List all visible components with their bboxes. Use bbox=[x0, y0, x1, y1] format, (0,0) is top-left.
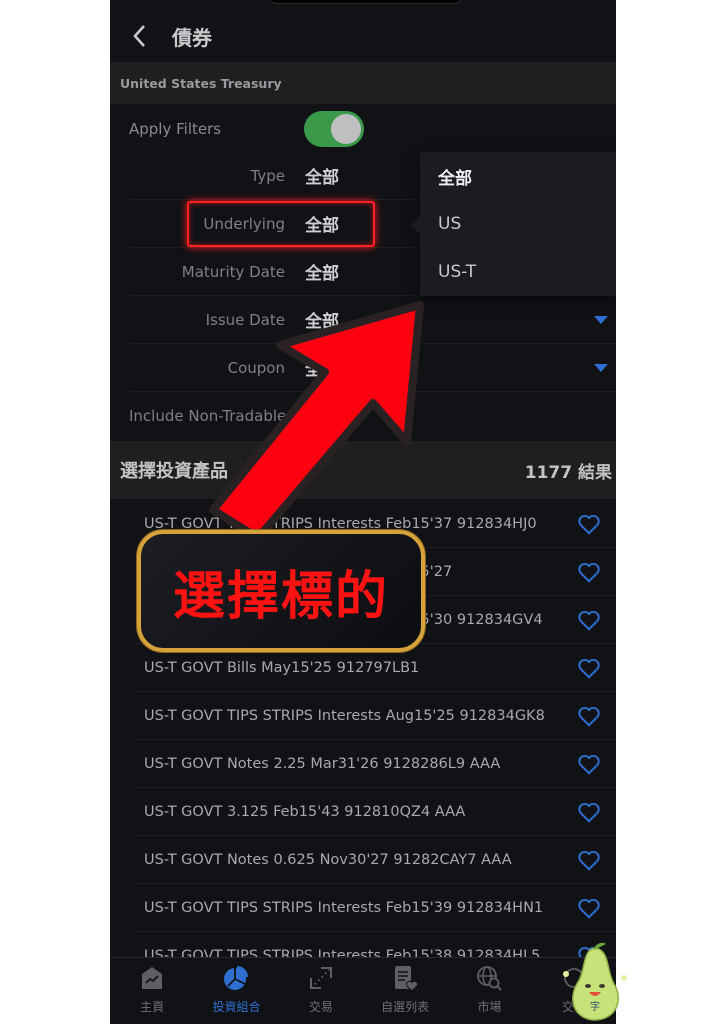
heart-icon[interactable] bbox=[576, 607, 602, 633]
list-item[interactable]: US-T GOVT 3.125 Feb15'43 912810QZ4 AAA bbox=[135, 788, 616, 836]
nav-label: 交易 bbox=[308, 1000, 333, 1014]
svg-text:字: 字 bbox=[590, 1000, 600, 1013]
page-title: 債券 bbox=[172, 25, 212, 50]
apply-filters-toggle[interactable] bbox=[304, 111, 364, 147]
toggle-knob bbox=[331, 114, 361, 144]
watchlist-icon bbox=[395, 966, 419, 992]
results-title: 選擇投資產品 bbox=[120, 461, 228, 482]
filter-label: Type bbox=[250, 166, 285, 185]
heart-icon[interactable] bbox=[576, 751, 602, 777]
pie-chart-icon bbox=[224, 966, 249, 990]
nav-portfolio[interactable]: 投資組合 bbox=[194, 958, 278, 1024]
bond-name: US-T GOVT Notes 2.25 Mar31'26 9128286L9 … bbox=[144, 755, 501, 772]
filter-label: Coupon bbox=[227, 358, 285, 377]
list-item[interactable]: US-T GOVT Notes 2.25 Mar31'26 9128286L9 … bbox=[135, 740, 616, 788]
filter-value: 全部 bbox=[305, 360, 339, 380]
results-header: 選擇投資產品 1177 結果 bbox=[110, 441, 616, 499]
filter-value: 全部 bbox=[305, 312, 339, 332]
nav-label: 自選列表 bbox=[381, 1000, 430, 1014]
header: 債券 bbox=[110, 12, 616, 60]
filter-issue-date[interactable]: Issue Date 全部 bbox=[130, 296, 616, 344]
nav-market[interactable]: 市場 bbox=[447, 958, 531, 1024]
phone-screen: 債券 United States Treasury Apply Filters … bbox=[110, 0, 616, 1024]
include-non-tradable-row[interactable]: Include Non-Tradable bbox=[110, 392, 286, 440]
filter-value: 全部 bbox=[305, 168, 339, 188]
filter-label: Issue Date bbox=[205, 310, 285, 329]
dropdown-arrow-icon[interactable] bbox=[594, 315, 608, 324]
nav-home[interactable]: 主頁 bbox=[110, 958, 194, 1024]
globe-search-icon bbox=[477, 966, 503, 991]
filter-value: 全部 bbox=[305, 264, 339, 284]
filter-label: Underlying bbox=[203, 214, 285, 233]
home-chart-icon bbox=[142, 967, 163, 989]
list-item[interactable]: US-T GOVT TIPS STRIPS Interests Feb15'39… bbox=[135, 884, 616, 932]
bond-name: US-T GOVT TIPS STRIPS Interests Feb15'39… bbox=[144, 899, 544, 916]
bond-name: US-T GOVT 3.125 Feb15'43 912810QZ4 AAA bbox=[144, 803, 466, 820]
list-item[interactable]: US-T GOVT TIPS STRIPS Interests Aug15'25… bbox=[135, 692, 616, 740]
nav-watchlist[interactable]: 自選列表 bbox=[363, 958, 447, 1024]
bottom-nav: 主頁 投資組合 交易 自選列表 市場 交... bbox=[110, 957, 616, 1024]
nav-trade[interactable]: 交易 bbox=[279, 958, 363, 1024]
heart-icon[interactable] bbox=[576, 895, 602, 921]
bond-name: US-T GOVT Bills May15'25 912797LB1 bbox=[144, 659, 420, 676]
underlying-dropdown-menu: 全部 US US-T bbox=[411, 152, 616, 296]
nav-label: 主頁 bbox=[140, 1000, 165, 1014]
apply-filters-label: Apply Filters bbox=[129, 120, 222, 138]
heart-icon[interactable] bbox=[576, 703, 602, 729]
nav-label: 投資組合 bbox=[212, 1000, 261, 1014]
list-item[interactable]: US-T GOVT Notes 0.625 Nov30'27 91282CAY7… bbox=[135, 836, 616, 884]
section-title: United States Treasury bbox=[120, 75, 282, 91]
chevron-left-icon[interactable] bbox=[120, 16, 160, 56]
pear-mascot-icon: 字 bbox=[563, 942, 627, 1021]
filter-label: Maturity Date bbox=[181, 262, 285, 281]
dropdown-option-us[interactable]: US bbox=[420, 200, 616, 248]
heart-icon[interactable] bbox=[576, 655, 602, 681]
heart-icon[interactable] bbox=[576, 559, 602, 585]
include-non-tradable-label: Include Non-Tradable bbox=[129, 407, 287, 425]
bond-name: US-T GOVT Notes 0.625 Nov30'27 91282CAY7… bbox=[144, 851, 512, 868]
filter-value: 全部 bbox=[305, 216, 339, 236]
heart-icon[interactable] bbox=[576, 847, 602, 873]
trade-arrows-icon bbox=[309, 967, 332, 989]
dropdown-option-all[interactable]: 全部 bbox=[420, 152, 616, 200]
bond-name: US-T GOVT TIPS STRIPS Interests Aug15'25… bbox=[144, 707, 545, 724]
results-count: 1177 結果 bbox=[524, 462, 612, 483]
section-header: United States Treasury bbox=[110, 62, 616, 104]
device-notch bbox=[265, 0, 465, 4]
dropdown-option-us-t[interactable]: US-T bbox=[420, 248, 616, 296]
heart-icon[interactable] bbox=[576, 511, 602, 537]
annotation-callout: 選擇標的 bbox=[137, 530, 425, 652]
apply-filters-row: Apply Filters bbox=[110, 106, 616, 152]
dropdown-arrow-icon[interactable] bbox=[594, 363, 608, 372]
nav-label: 市場 bbox=[477, 1000, 502, 1014]
heart-icon[interactable] bbox=[576, 799, 602, 825]
callout-text: 選擇標的 bbox=[172, 566, 389, 627]
filter-coupon[interactable]: Coupon 全部 bbox=[130, 344, 616, 392]
